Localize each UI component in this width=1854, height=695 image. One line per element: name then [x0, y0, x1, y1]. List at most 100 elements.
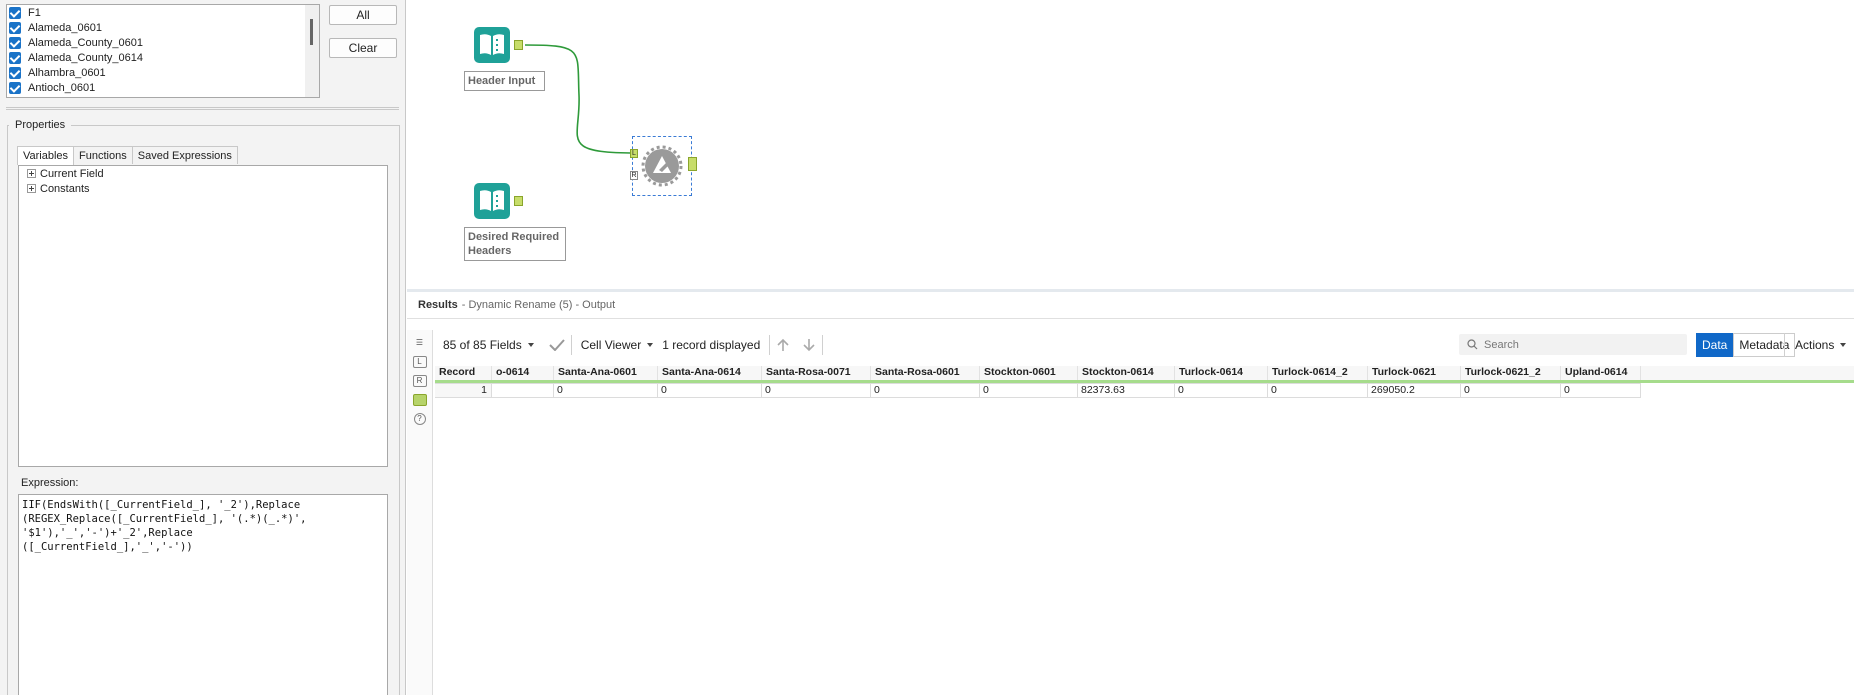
field-list-item[interactable]: Alameda_0601	[7, 20, 319, 35]
table-cell[interactable]: 0	[871, 383, 980, 398]
actions-dropdown[interactable]: Actions	[1784, 333, 1847, 357]
checkbox-checked-icon[interactable]	[9, 51, 21, 64]
field-name: Antioch_0601	[28, 81, 96, 94]
tree-item-current-field[interactable]: Current Field	[19, 166, 387, 181]
cell-viewer-label: Cell Viewer	[580, 338, 642, 352]
dynamic-rename-tool[interactable]: L R	[630, 136, 697, 196]
column-header[interactable]: Santa-Ana-0614	[658, 366, 762, 380]
checkbox-checked-icon[interactable]	[9, 6, 21, 19]
record-number[interactable]: 1	[435, 383, 492, 398]
fields-dropdown[interactable]: 85 of 85 Fields	[434, 334, 543, 356]
results-toolbar: 85 of 85 Fields Cell Viewer 1 record dis…	[434, 330, 1854, 360]
l-anchor-icon[interactable]: L	[412, 356, 427, 368]
checkbox-checked-icon[interactable]	[9, 36, 21, 49]
field-name: Alameda_County_0601	[28, 36, 143, 49]
field-list-item[interactable]: Alameda_County_0614	[7, 50, 319, 65]
search-input[interactable]: Search	[1459, 334, 1687, 355]
table-cell[interactable]	[492, 383, 554, 398]
column-header[interactable]: Record	[435, 366, 492, 380]
results-subtitle: - Dynamic Rename (5) - Output	[461, 299, 616, 311]
column-header[interactable]: Turlock-0614	[1175, 366, 1268, 380]
field-list-item[interactable]: Antioch_0601	[7, 80, 319, 95]
r-anchor-icon[interactable]: R	[412, 375, 427, 387]
configuration-panel: F1 Alameda_0601 Alameda_County_0601 Alameda…	[0, 0, 406, 695]
desired-headers-label: Desired Required Headers	[464, 227, 566, 261]
field-list-item[interactable]: F1	[7, 5, 319, 20]
table-cell[interactable]: 0	[762, 383, 871, 398]
column-header[interactable]: Santa-Rosa-0071	[762, 366, 871, 380]
column-header[interactable]: o-0614	[492, 366, 554, 380]
properties-title: Properties	[9, 119, 72, 131]
apply-checkmark-icon[interactable]	[543, 334, 571, 356]
expression-label: Expression:	[21, 477, 79, 489]
desired-headers-tool[interactable]	[474, 183, 523, 219]
expression-editor[interactable]: IIF(EndsWith([_CurrentField_], '_2'),Rep…	[18, 494, 388, 695]
table-cell[interactable]: 0	[658, 383, 762, 398]
field-list-scrollbar[interactable]	[305, 5, 319, 97]
checkbox-checked-icon[interactable]	[9, 66, 21, 79]
dynamic-rename-icon	[641, 145, 683, 187]
help-icon[interactable]: ?	[413, 413, 426, 425]
column-header[interactable]: Santa-Rosa-0601	[871, 366, 980, 380]
checkbox-checked-icon[interactable]	[9, 81, 21, 94]
workflow-canvas[interactable]: Header Input Desired Required Headers L …	[407, 0, 1854, 289]
field-name: Alameda_County_0614	[28, 51, 143, 64]
search-placeholder: Search	[1484, 338, 1519, 351]
view-toggle: Data Metadata	[1696, 333, 1796, 357]
chevron-down-icon	[527, 343, 534, 347]
results-panel: Results - Dynamic Rename (5) - Output ☰ …	[407, 289, 1854, 695]
header-input-tool[interactable]	[474, 27, 523, 63]
column-header[interactable]: Turlock-0621	[1368, 366, 1461, 380]
column-header[interactable]: Santa-Ana-0601	[554, 366, 658, 380]
column-header[interactable]: Turlock-0614_2	[1268, 366, 1368, 380]
cell-viewer-dropdown[interactable]: Cell Viewer	[572, 334, 662, 356]
field-list-item[interactable]: Alameda_County_0601	[7, 35, 319, 50]
output-anchor[interactable]	[514, 196, 523, 206]
table-cell[interactable]: 0	[1561, 383, 1641, 398]
divider	[822, 335, 824, 355]
table-cell[interactable]: 82373.63	[1078, 383, 1175, 398]
search-icon	[1467, 339, 1478, 350]
field-name: F1	[28, 6, 41, 19]
clear-button[interactable]: Clear	[329, 38, 397, 58]
output-anchor[interactable]	[688, 157, 697, 171]
arrow-down-icon[interactable]	[796, 334, 822, 356]
column-header[interactable]: Turlock-0621_2	[1461, 366, 1561, 380]
expand-icon[interactable]	[27, 169, 36, 178]
output-anchor[interactable]	[514, 40, 523, 50]
table-cell[interactable]: 269050.2	[1368, 383, 1461, 398]
book-icon	[474, 183, 510, 219]
arrow-up-icon[interactable]	[770, 334, 796, 356]
chevron-down-icon	[1840, 343, 1847, 347]
table-cell[interactable]: 0	[1175, 383, 1268, 398]
connector-line	[524, 44, 638, 154]
expand-icon[interactable]	[27, 184, 36, 193]
field-name: Alhambra_0601	[28, 66, 106, 79]
tab-functions[interactable]: Functions	[73, 146, 133, 164]
field-list-item[interactable]: Alhambra_0601	[7, 65, 319, 80]
right-input-anchor[interactable]: R	[630, 171, 638, 180]
field-name: Alameda_0601	[28, 21, 103, 34]
table-cell[interactable]: 0	[554, 383, 658, 398]
checkbox-checked-icon[interactable]	[9, 21, 21, 34]
table-cell[interactable]: 0	[1268, 383, 1368, 398]
column-header[interactable]: Stockton-0601	[980, 366, 1078, 380]
select-all-button[interactable]: All	[329, 5, 397, 25]
column-header[interactable]: Upland-0614	[1561, 366, 1641, 380]
variables-tree: Current Field Constants	[18, 165, 388, 467]
tree-item-label: Current Field	[40, 167, 104, 180]
table-cell[interactable]: 0	[980, 383, 1078, 398]
list-icon[interactable]: ☰	[413, 337, 427, 349]
column-header[interactable]: Stockton-0614	[1078, 366, 1175, 380]
tree-item-constants[interactable]: Constants	[19, 181, 387, 196]
left-input-anchor[interactable]: L	[630, 149, 638, 158]
data-tab[interactable]: Data	[1696, 333, 1734, 357]
actions-label: Actions	[1795, 338, 1835, 352]
tab-variables[interactable]: Variables	[17, 146, 75, 165]
tab-saved-expressions[interactable]: Saved Expressions	[131, 146, 238, 164]
output-tag-icon[interactable]	[412, 394, 427, 406]
divider	[6, 107, 399, 110]
table-cell[interactable]: 0	[1461, 383, 1561, 398]
results-sidebar: ☰ L R ?	[407, 330, 433, 695]
table-row: 1 0 0 0 0 0 82373.63 0 0 269050.2 0 0	[435, 383, 1854, 398]
